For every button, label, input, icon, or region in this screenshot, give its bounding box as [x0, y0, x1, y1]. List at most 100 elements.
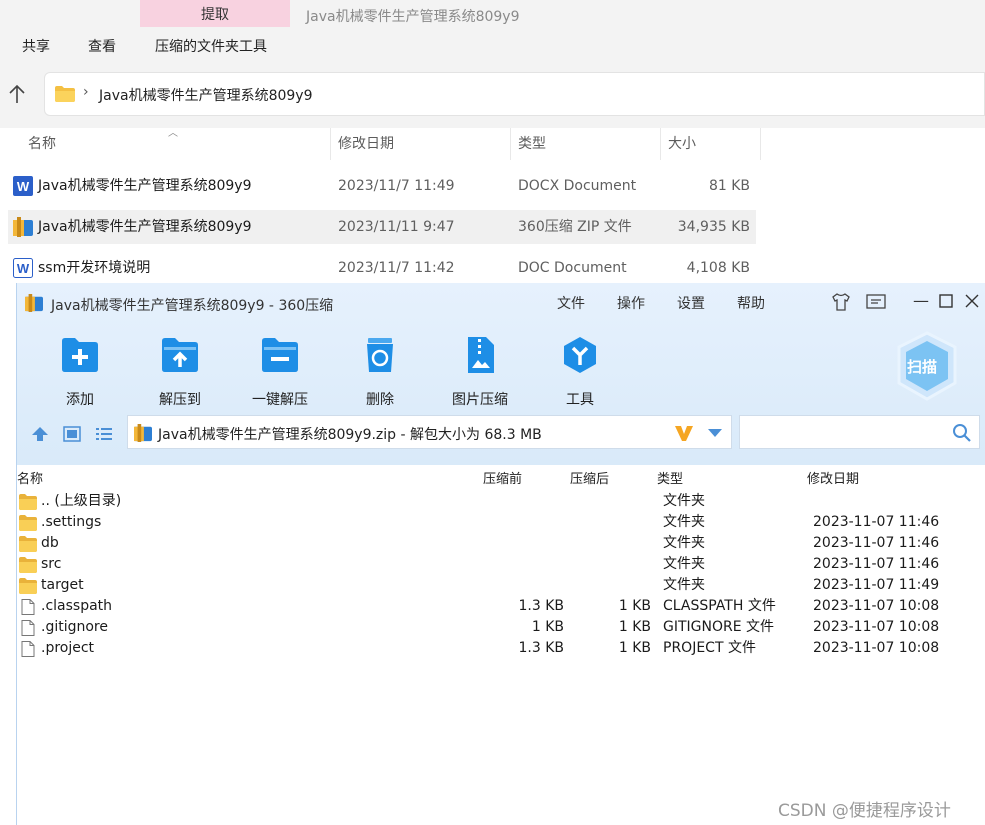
zip-row-type: 文件夹	[663, 556, 705, 572]
menu-help[interactable]: 帮助	[737, 293, 765, 313]
extract-to-button[interactable]: 解压到	[140, 335, 220, 409]
feedback-icon[interactable]	[866, 293, 886, 311]
add-folder-icon	[62, 338, 98, 372]
file-name: Java机械零件生产管理系统809y9	[38, 219, 252, 235]
file-name: Java机械零件生产管理系统809y9	[38, 178, 252, 194]
zip-list-row[interactable]: .gitignore 1 KB 1 KB GITIGNORE 文件 2023-11-07…	[17, 617, 985, 638]
dropdown-arrow-icon[interactable]	[708, 429, 722, 438]
zip-list-row[interactable]: .project 1.3 KB 1 KB PROJECT 文件 2023-11-07 1…	[17, 638, 985, 659]
column-divider[interactable]	[510, 128, 511, 160]
file-date: 2023/11/7 11:42	[338, 260, 455, 276]
zip-list-row[interactable]: .. (上级目录) 文件夹	[17, 491, 985, 512]
column-size[interactable]: 大小	[668, 128, 696, 160]
file-row[interactable]: Java机械零件生产管理系统809y9 2023/11/11 9:47 360压…	[8, 210, 756, 244]
extract-tab[interactable]: 提取	[140, 0, 290, 27]
zip-window: Java机械零件生产管理系统809y9 - 360压缩 文件 操作 设置 帮助 …	[16, 283, 985, 825]
file-name: ssm开发环境说明	[38, 260, 151, 276]
folder-icon	[19, 578, 37, 594]
zip-column-date[interactable]: 修改日期	[807, 468, 859, 487]
ribbon-tab-view[interactable]: 查看	[88, 36, 116, 56]
thumbnail-view-icon[interactable]	[63, 426, 81, 442]
file-type: DOCX Document	[518, 178, 637, 194]
image-compress-button[interactable]: 图片压缩	[440, 335, 520, 409]
column-name[interactable]: 名称	[28, 128, 56, 160]
zip-column-before[interactable]: 压缩前	[483, 468, 522, 487]
zip-row-type: 文件夹	[663, 577, 705, 593]
column-divider[interactable]	[760, 128, 761, 160]
add-label: 添加	[66, 392, 94, 408]
image-compress-label: 图片压缩	[452, 392, 508, 408]
zip-path-bar[interactable]: Java机械零件生产管理系统809y9.zip - 解包大小为 68.3 MB	[127, 415, 732, 449]
word-doc-outline-icon: W	[13, 258, 33, 278]
file-size: 81 KB	[708, 178, 750, 194]
file-icon	[21, 641, 35, 657]
add-button[interactable]: 添加	[40, 335, 120, 409]
zip-row-name: .gitignore	[41, 619, 108, 635]
file-row[interactable]: W ssm开发环境说明 2023/11/7 11:42 DOC Document…	[8, 251, 756, 285]
column-date[interactable]: 修改日期	[338, 128, 394, 160]
word-doc-icon: W	[13, 176, 33, 196]
zip-column-name[interactable]: 名称	[17, 468, 43, 487]
zip-row-name: .project	[41, 640, 95, 656]
watermark: CSDN @便捷程序设计	[778, 801, 951, 821]
tools-label: 工具	[566, 392, 594, 408]
zip-row-name: .classpath	[41, 598, 113, 614]
zip-column-after[interactable]: 压缩后	[570, 468, 609, 487]
file-size: 4,108 KB	[686, 260, 750, 276]
zip-path-text: Java机械零件生产管理系统809y9.zip - 解包大小为 68.3 MB	[158, 427, 542, 443]
file-size: 34,935 KB	[677, 219, 750, 235]
zip-row-after: 1 KB	[618, 598, 651, 614]
zip-row-type: 文件夹	[663, 535, 705, 551]
delete-button[interactable]: 删除	[340, 335, 420, 409]
zip-row-date: 2023-11-07 11:46	[813, 556, 940, 572]
zip-row-name: target	[41, 577, 84, 593]
address-bar[interactable]: › Java机械零件生产管理系统809y9	[44, 72, 985, 116]
zip-list-row[interactable]: .settings 文件夹 2023-11-07 11:46	[17, 512, 985, 533]
maximize-icon[interactable]	[939, 294, 953, 308]
file-date: 2023/11/11 9:47	[338, 219, 455, 235]
zip-row-name: .settings	[41, 514, 102, 530]
scan-label[interactable]: 扫描	[907, 356, 937, 377]
one-click-extract-button[interactable]: 一键解压	[240, 335, 320, 409]
image-zip-icon	[468, 337, 494, 373]
zip-row-date: 2023-11-07 10:08	[813, 640, 940, 656]
file-date: 2023/11/7 11:49	[338, 178, 455, 194]
column-divider[interactable]	[330, 128, 331, 160]
zip-list-row[interactable]: target 文件夹 2023-11-07 11:49	[17, 575, 985, 596]
zip-list-row[interactable]: src 文件夹 2023-11-07 11:46	[17, 554, 985, 575]
ribbon-tab-compressed-tools[interactable]: 压缩的文件夹工具	[155, 36, 267, 56]
zip-row-name: db	[41, 535, 59, 551]
zip-archive-icon	[134, 424, 152, 442]
up-arrow-icon[interactable]	[6, 82, 28, 106]
one-click-extract-icon	[262, 338, 298, 372]
verified-v-icon	[675, 426, 693, 441]
zip-search-input[interactable]	[739, 415, 980, 449]
zip-row-date: 2023-11-07 11:46	[813, 514, 940, 530]
zip-row-type: 文件夹	[663, 514, 705, 530]
menu-file[interactable]: 文件	[557, 293, 585, 313]
zip-column-type[interactable]: 类型	[657, 468, 683, 487]
up-folder-icon[interactable]	[31, 426, 49, 442]
list-view-icon[interactable]	[95, 426, 113, 442]
zip-app-icon	[25, 294, 43, 312]
extract-to-label: 解压到	[159, 392, 201, 408]
menu-settings[interactable]: 设置	[677, 293, 705, 313]
column-type[interactable]: 类型	[518, 128, 546, 160]
menu-operate[interactable]: 操作	[617, 293, 645, 313]
file-type: DOC Document	[518, 260, 627, 276]
zip-list-row[interactable]: .classpath 1.3 KB 1 KB CLASSPATH 文件 2023-11-…	[17, 596, 985, 617]
zip-row-before: 1.3 KB	[518, 640, 565, 656]
folder-icon	[19, 515, 37, 531]
search-icon[interactable]	[952, 423, 972, 443]
zip-list-row[interactable]: db 文件夹 2023-11-07 11:46	[17, 533, 985, 554]
minimize-icon[interactable]: —	[913, 291, 929, 310]
folder-icon	[19, 494, 37, 510]
tools-button[interactable]: 工具	[540, 335, 620, 409]
skin-shirt-icon[interactable]	[831, 293, 851, 311]
ribbon-tab-share[interactable]: 共享	[22, 36, 50, 56]
zip-row-type: 文件夹	[663, 493, 705, 509]
close-icon[interactable]	[965, 294, 979, 308]
zip-row-before: 1 KB	[531, 619, 564, 635]
column-divider[interactable]	[660, 128, 661, 160]
file-row[interactable]: W Java机械零件生产管理系统809y9 2023/11/7 11:49 DO…	[8, 169, 756, 203]
